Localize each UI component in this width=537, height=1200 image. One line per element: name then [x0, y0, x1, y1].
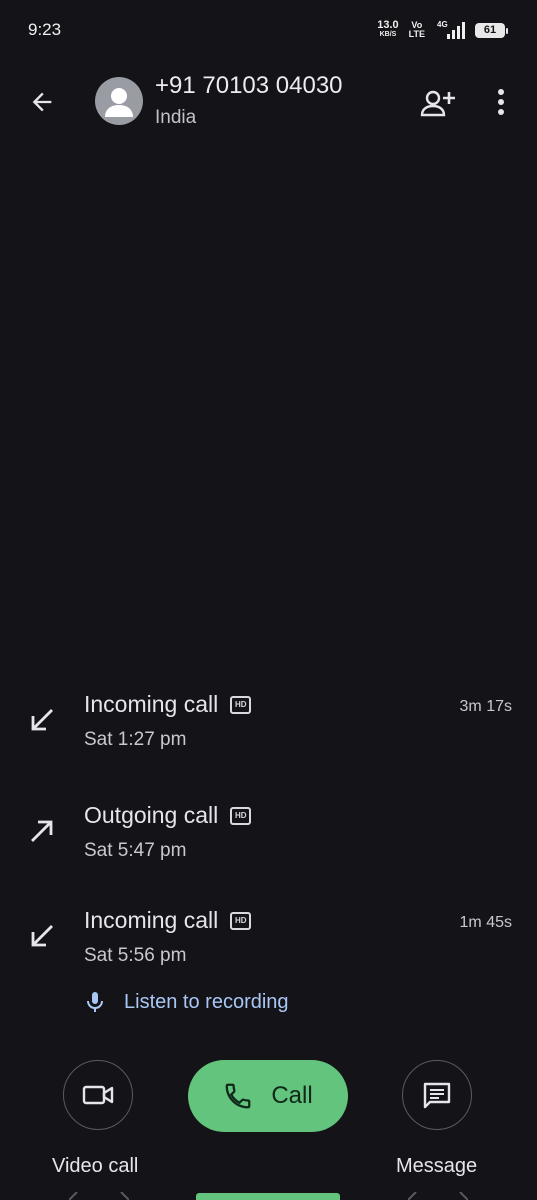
call-log-entry[interactable]: Outgoing call HD Sat 5:47 pm — [0, 799, 537, 869]
signal-icon: 4G — [435, 20, 465, 40]
avatar[interactable] — [95, 77, 143, 125]
hd-icon: HD — [230, 806, 252, 825]
call-made-arrow-icon — [31, 820, 53, 842]
battery-icon: 61 — [475, 22, 508, 38]
volte-bottom: LTE — [408, 29, 425, 39]
call-type: Incoming call HD — [84, 907, 252, 934]
action-bar: Video call Call Message — [0, 1060, 537, 1200]
contact-country: India — [155, 107, 197, 128]
call-time: Sat 1:27 pm — [84, 729, 187, 750]
call-received-arrow-icon — [31, 925, 53, 947]
call-type: Incoming call HD — [84, 691, 252, 718]
message-button[interactable] — [402, 1060, 472, 1130]
call-received-arrow-icon — [31, 709, 53, 731]
hd-icon: HD — [230, 911, 252, 930]
call-type-label: Incoming call — [84, 691, 219, 717]
scroll-hint-chevron-icon — [408, 1192, 468, 1200]
call-duration: 3m 17s — [459, 698, 512, 715]
video-call-button[interactable] — [63, 1060, 133, 1130]
message-label: Message — [396, 1155, 478, 1177]
videocam-icon — [82, 1085, 114, 1105]
more-options-button[interactable] — [488, 84, 514, 120]
call-button-label: Call — [271, 1082, 313, 1109]
contact-header: +91 70103 04030 India — [0, 60, 537, 140]
scroll-hint-chevron-icon — [69, 1192, 129, 1200]
status-icons: 13.0 KB/S Vo LTE 4G 61 — [377, 20, 508, 40]
call-time: Sat 5:47 pm — [84, 840, 187, 861]
call-duration: 1m 45s — [459, 914, 512, 931]
call-time: Sat 5:56 pm — [84, 945, 187, 966]
network-speed: 13.0 KB/S — [377, 20, 398, 40]
listen-recording-button[interactable]: Listen to recording — [84, 990, 289, 1014]
message-icon — [423, 1082, 451, 1109]
status-bar: 9:23 13.0 KB/S Vo LTE 4G 61 — [0, 0, 537, 60]
more-vert-icon — [498, 89, 504, 115]
status-time: 9:23 — [28, 20, 62, 39]
person-add-icon — [420, 90, 455, 117]
call-type-label: Incoming call — [84, 907, 219, 933]
call-type: Outgoing call HD — [84, 802, 252, 829]
battery-level: 61 — [483, 24, 497, 36]
call-log-entry[interactable]: Incoming call HD Sat 1:27 pm 3m 17s — [0, 688, 537, 758]
call-log-entry[interactable]: Incoming call HD Sat 5:56 pm 1m 45s — [0, 904, 537, 974]
network-speed-unit: KB/S — [379, 31, 397, 38]
call-type-label: Outgoing call — [84, 802, 219, 828]
arrow-back-icon — [32, 92, 52, 112]
hd-icon: HD — [230, 695, 252, 714]
back-button[interactable] — [22, 82, 62, 122]
recording-label: Listen to recording — [124, 990, 289, 1013]
bottom-sheet-peek — [196, 1193, 340, 1200]
mic-icon — [87, 992, 103, 1012]
phone-icon — [225, 1083, 251, 1109]
call-button[interactable]: Call — [188, 1060, 348, 1132]
contact-number: +91 70103 04030 — [155, 72, 343, 99]
volte-indicator: Vo LTE — [409, 21, 425, 39]
add-contact-button[interactable] — [418, 85, 458, 121]
video-call-label: Video call — [52, 1155, 139, 1177]
person-icon — [105, 88, 133, 117]
